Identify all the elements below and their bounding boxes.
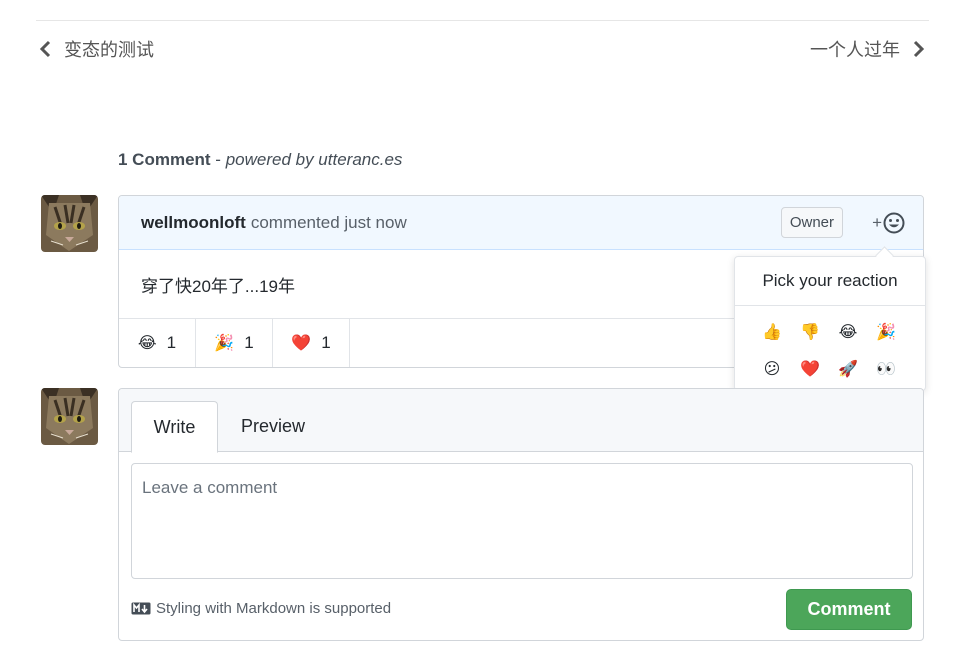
confused-icon[interactable]: 😕 [753, 350, 791, 387]
tab-preview[interactable]: Preview [229, 401, 317, 452]
reaction-picker-grid: 👍 👎 😂 🎉 😕 ❤️ 🚀 👀 [735, 306, 925, 387]
reaction-count: 1 [244, 333, 254, 352]
comment-action[interactable]: commented just now [251, 213, 407, 233]
heart-emoji-icon: ❤️ [291, 335, 312, 352]
cat-avatar-icon [41, 195, 98, 252]
owner-badge: Owner [780, 207, 843, 238]
reaction-heart-button[interactable]: ❤️ 1 [273, 319, 350, 367]
party-emoji-icon: 🎉 [214, 335, 235, 352]
comment-author[interactable]: wellmoonloft [141, 213, 246, 233]
comment-count: 1 Comment [118, 150, 211, 169]
submit-comment-button[interactable]: Comment [786, 589, 912, 630]
prev-post-link[interactable]: 变态的测试 [38, 36, 154, 62]
party-icon[interactable]: 🎉 [867, 313, 905, 350]
tab-write[interactable]: Write [131, 401, 218, 453]
powered-by-text[interactable]: powered by utteranc.es [226, 150, 403, 169]
add-reaction-button[interactable]: + [872, 209, 905, 237]
heading-separator: - [210, 150, 226, 169]
reaction-count: 1 [166, 333, 177, 352]
comment-textarea[interactable] [131, 463, 913, 579]
new-comment-form: Write Preview Styling with Markdown is s… [118, 388, 924, 641]
avatar[interactable] [41, 195, 98, 252]
reaction-laugh-button[interactable]: 😂 1 [119, 319, 196, 367]
comment-text: 穿了快20年了...19年 [141, 276, 295, 296]
chevron-left-icon [39, 40, 51, 58]
eyes-icon[interactable]: 👀 [867, 350, 905, 387]
laugh-emoji-icon: 😂 [137, 335, 157, 352]
reaction-picker-popover: Pick your reaction 👍 👎 😂 🎉 😕 ❤️ 🚀 👀 [734, 256, 926, 391]
plus-icon: + [872, 213, 882, 232]
avatar[interactable] [41, 388, 98, 445]
reaction-count: 1 [321, 333, 331, 352]
top-divider [36, 20, 929, 21]
laugh-icon[interactable]: 😂 [829, 313, 867, 350]
editor-tab-bar: Write Preview [119, 389, 923, 453]
reaction-hooray-button[interactable]: 🎉 1 [196, 319, 273, 367]
chevron-right-icon [913, 40, 925, 58]
rocket-icon[interactable]: 🚀 [829, 350, 867, 387]
markdown-note-text: Styling with Markdown is supported [156, 600, 392, 617]
cat-avatar-icon [41, 388, 98, 445]
markdown-icon [131, 602, 151, 615]
heart-icon[interactable]: ❤️ [791, 350, 829, 387]
next-post-link[interactable]: 一个人过年 [810, 36, 926, 62]
reaction-picker-title: Pick your reaction [735, 257, 925, 306]
thumbs-up-icon[interactable]: 👍 [753, 313, 791, 350]
thumbs-down-icon[interactable]: 👎 [791, 313, 829, 350]
comment-count-heading: 1 Comment - powered by utteranc.es [118, 150, 402, 170]
prev-post-label: 变态的测试 [64, 40, 154, 60]
markdown-note[interactable]: Styling with Markdown is supported [131, 600, 391, 617]
smiley-icon [883, 212, 905, 234]
next-post-label: 一个人过年 [810, 40, 900, 60]
